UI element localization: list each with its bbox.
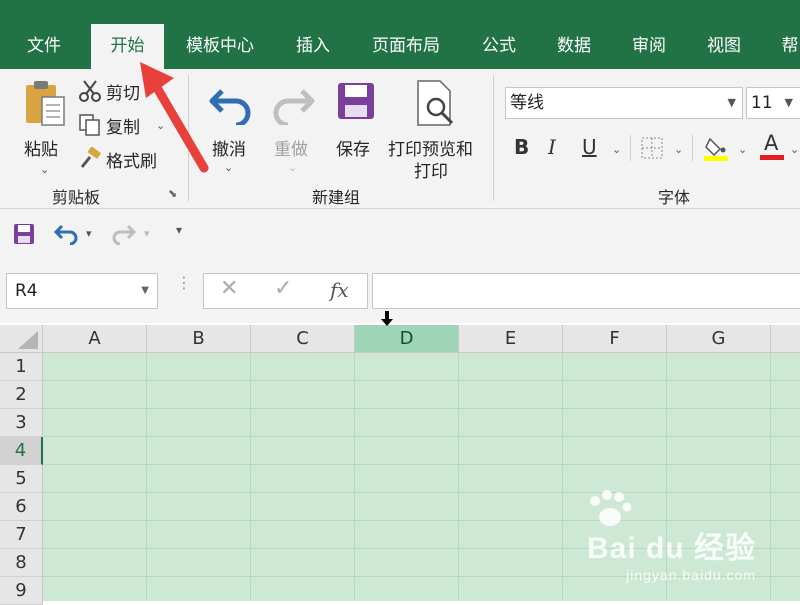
save-label: 保存 [336, 140, 370, 160]
save-disk-icon [338, 83, 374, 119]
select-all-triangle-icon [18, 331, 38, 349]
font-name-value: 等线 [510, 93, 544, 113]
baidu-paw-logo-icon [589, 490, 632, 526]
qat-redo-dropdown-icon[interactable]: ▾ [144, 227, 150, 240]
column-header-g[interactable]: G [667, 325, 771, 353]
font-size-dropdown-icon[interactable]: ▼ [785, 88, 793, 118]
group-divider [493, 75, 494, 201]
column-header-f[interactable]: F [563, 325, 667, 353]
font-color-swatch [760, 155, 784, 160]
baidu-jingyan-watermark: Bai du 经验 jingyan.baidu.com [586, 490, 756, 583]
tab-insert[interactable]: 插入 [280, 24, 346, 69]
formula-bar: R4 ▼ ⋮ ✕ ✓ fx [0, 265, 800, 323]
font-group-label: 字体 [658, 188, 691, 207]
scissors-icon [79, 80, 101, 102]
paintbrush-icon [80, 147, 101, 168]
tab-review[interactable]: 审阅 [616, 24, 682, 69]
quick-access-toolbar: ▾ ▾ ▾ [0, 209, 800, 265]
italic-button[interactable]: I [548, 135, 556, 159]
qat-undo-dropdown-icon[interactable]: ▾ [86, 227, 92, 240]
tab-file[interactable]: 文件 [10, 24, 78, 69]
cancel-entry-icon[interactable]: ✕ [220, 276, 238, 301]
formula-bar-grip-icon[interactable]: ⋮ [176, 275, 192, 291]
newgroup-group-label: 新建组 [312, 188, 361, 207]
tab-formulas[interactable]: 公式 [466, 24, 532, 69]
redo-label: 重做 [274, 140, 308, 160]
row-header-2[interactable]: 2 [0, 381, 43, 409]
redo-button[interactable]: 重做 ⌄ [266, 77, 322, 177]
column-header-b[interactable]: B [147, 325, 251, 353]
row-header-3[interactable]: 3 [0, 409, 43, 437]
toolbar-divider [692, 135, 693, 161]
underline-button[interactable]: U [582, 135, 597, 159]
formula-input[interactable] [372, 273, 800, 309]
annotation-arrow-icon [140, 62, 209, 173]
tab-data[interactable]: 数据 [541, 24, 607, 69]
bold-button[interactable]: B [514, 135, 529, 159]
formula-buttons: ✕ ✓ fx [203, 273, 368, 309]
row-header-4[interactable]: 4 [0, 437, 43, 465]
row-header-7[interactable]: 7 [0, 521, 43, 549]
column-select-cursor-icon [381, 311, 393, 326]
save-button[interactable]: 保存 [330, 77, 382, 160]
fill-color-dropdown-chevron-icon[interactable]: ⌄ [738, 143, 747, 156]
column-header-partial[interactable] [771, 325, 800, 353]
font-size-select[interactable]: 11 ▼ [746, 87, 800, 119]
underline-dropdown-chevron-icon[interactable]: ⌄ [612, 143, 621, 156]
print-preview-button[interactable]: 打印预览和 打印 [386, 77, 482, 182]
row-header-1[interactable]: 1 [0, 353, 43, 381]
watermark-url: jingyan.baidu.com [626, 567, 756, 583]
ribbon: 粘贴 ⌄ 剪切 复制 ⌄ 格式刷 剪贴板 ⬊ 撤消 ⌄ 重做 ⌄ 保存 打印预览… [0, 69, 800, 209]
column-header-a[interactable]: A [43, 325, 147, 353]
clipboard-group-label: 剪贴板 [52, 188, 101, 207]
print-preview-label-line2: 打印 [414, 162, 448, 182]
fill-color-icon[interactable] [704, 135, 730, 161]
select-all-corner[interactable] [0, 325, 43, 353]
paste-button[interactable]: 粘贴 ⌄ [20, 77, 70, 177]
row-header-8[interactable]: 8 [0, 549, 43, 577]
font-name-dropdown-icon[interactable]: ▼ [728, 88, 736, 118]
qat-save-icon[interactable] [13, 223, 35, 245]
paste-dropdown-chevron-icon[interactable]: ⌄ [40, 163, 49, 176]
qat-undo-icon[interactable] [54, 223, 80, 245]
name-box-value: R4 [15, 281, 38, 301]
font-color-letter: A [764, 131, 779, 155]
copy-icon [79, 114, 100, 136]
column-header-c[interactable]: C [251, 325, 355, 353]
paste-label: 粘贴 [24, 140, 58, 160]
qat-redo-icon[interactable] [110, 223, 136, 245]
name-box[interactable]: R4 ▼ [6, 273, 158, 309]
row-header-5[interactable]: 5 [0, 465, 43, 493]
redo-dropdown-chevron-icon[interactable]: ⌄ [288, 161, 297, 174]
clipboard-launcher-icon[interactable]: ⬊ [168, 187, 177, 200]
column-header-d[interactable]: D [355, 325, 459, 353]
name-box-dropdown-icon[interactable]: ▼ [141, 274, 149, 308]
tab-help[interactable]: 帮 [770, 24, 800, 69]
column-header-e[interactable]: E [459, 325, 563, 353]
borders-dropdown-chevron-icon[interactable]: ⌄ [674, 143, 683, 156]
borders-icon[interactable] [641, 137, 663, 159]
redo-icon [273, 89, 315, 125]
confirm-entry-icon[interactable]: ✓ [274, 276, 292, 301]
font-color-button[interactable]: A [760, 131, 786, 161]
print-preview-icon [417, 80, 454, 126]
ribbon-tab-bar: 文件 开始 模板中心 插入 页面布局 公式 数据 审阅 视图 帮 [0, 0, 800, 69]
customize-qat-icon[interactable]: ▾ [176, 223, 182, 237]
toolbar-divider [630, 135, 631, 161]
tab-page-layout[interactable]: 页面布局 [358, 24, 454, 69]
undo-dropdown-chevron-icon[interactable]: ⌄ [224, 161, 233, 174]
font-size-value: 11 [751, 93, 773, 113]
row-header-6[interactable]: 6 [0, 493, 43, 521]
paste-icon [26, 81, 65, 126]
tab-view[interactable]: 视图 [691, 24, 757, 69]
font-name-select[interactable]: 等线 ▼ [505, 87, 743, 119]
font-color-dropdown-chevron-icon[interactable]: ⌄ [790, 143, 799, 156]
insert-function-button[interactable]: fx [330, 278, 349, 302]
watermark-brand: Bai du 经验 [586, 532, 756, 565]
